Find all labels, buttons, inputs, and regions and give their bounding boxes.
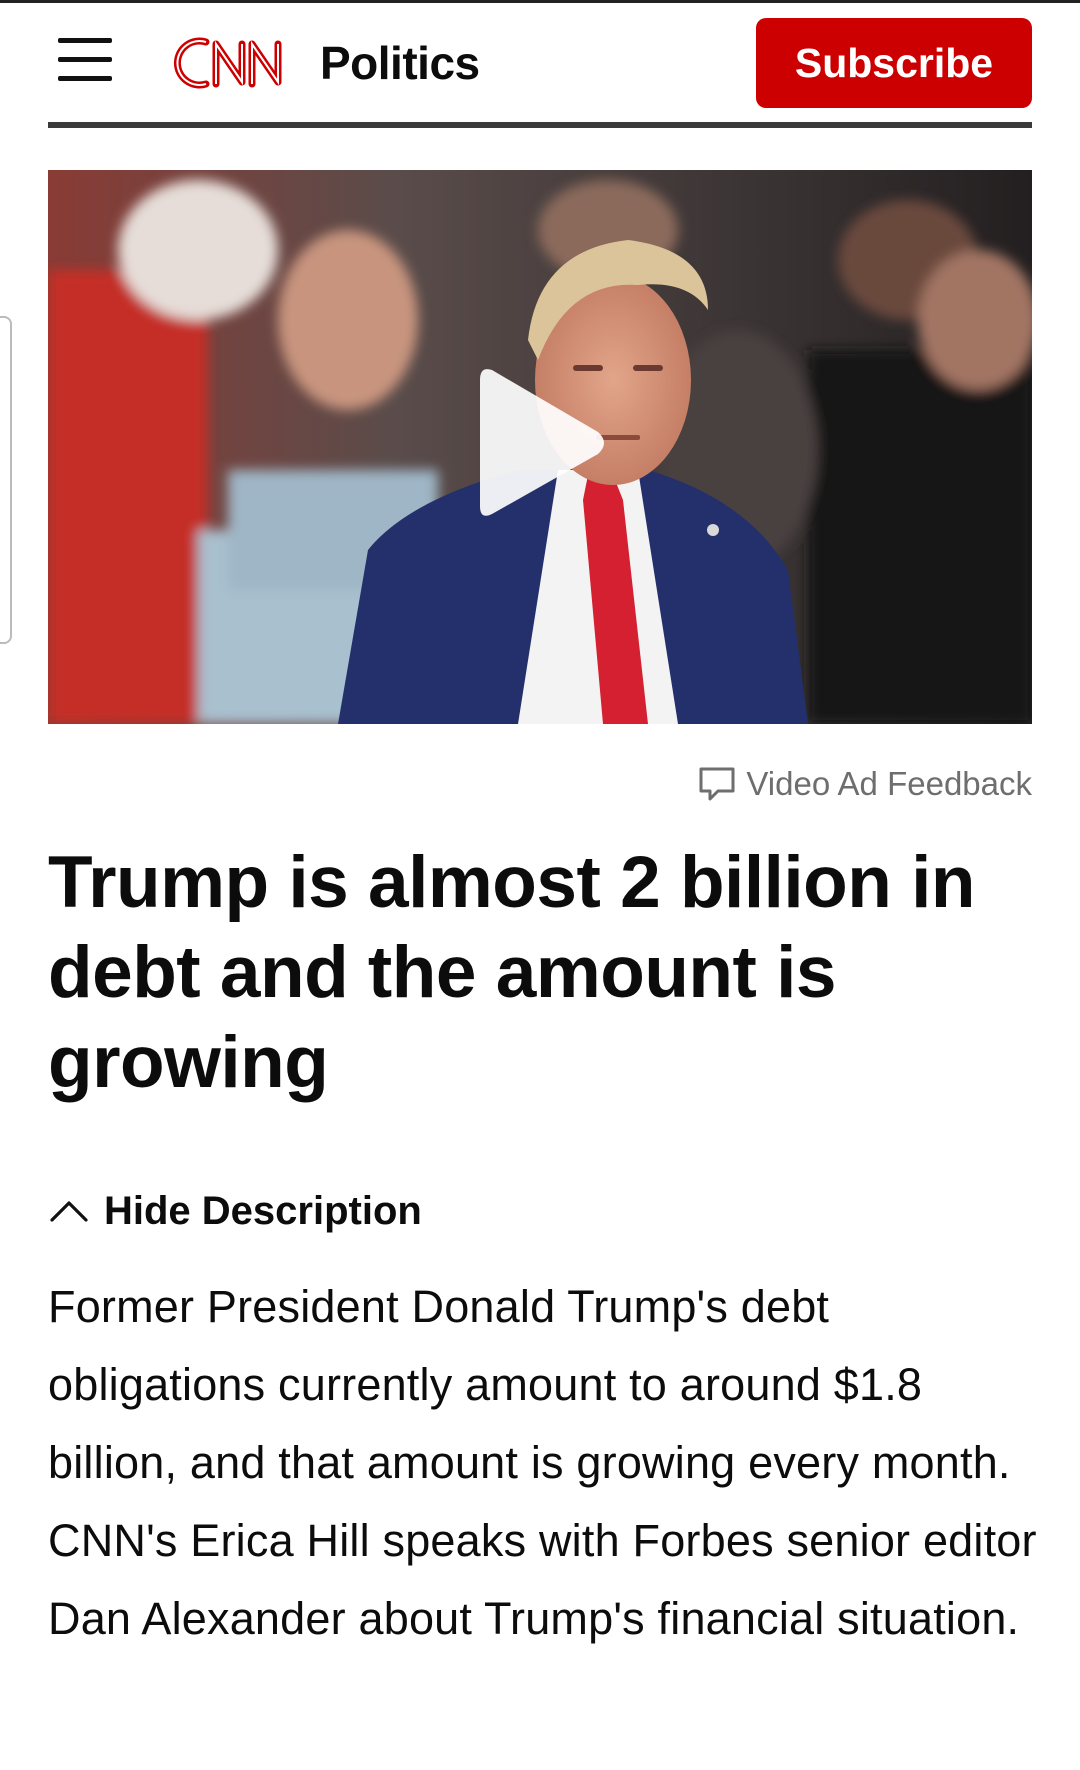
side-drawer-handle[interactable] bbox=[0, 316, 12, 644]
section-title[interactable]: Politics bbox=[320, 36, 480, 90]
header-divider bbox=[48, 122, 1032, 128]
subscribe-button[interactable]: Subscribe bbox=[756, 18, 1032, 108]
site-header: Politics Subscribe bbox=[48, 18, 1032, 110]
top-border bbox=[0, 0, 1080, 3]
cnn-logo[interactable] bbox=[166, 28, 306, 98]
ad-feedback-label: Video Ad Feedback bbox=[746, 765, 1032, 802]
hide-description-toggle[interactable]: Hide Description bbox=[48, 1186, 422, 1236]
chevron-up-icon bbox=[50, 1201, 88, 1222]
video-ad-feedback-link[interactable]: Video Ad Feedback bbox=[698, 762, 1032, 806]
article-headline: Trump is almost 2 billion in debt and th… bbox=[48, 842, 976, 1103]
toggle-label: Hide Description bbox=[104, 1188, 422, 1233]
hamburger-menu-icon[interactable] bbox=[58, 38, 112, 82]
speech-bubble-icon bbox=[699, 767, 735, 801]
play-icon[interactable] bbox=[470, 358, 610, 528]
video-description: Former President Donald Trump's debt obl… bbox=[48, 1281, 1037, 1644]
video-player[interactable] bbox=[48, 170, 1032, 724]
